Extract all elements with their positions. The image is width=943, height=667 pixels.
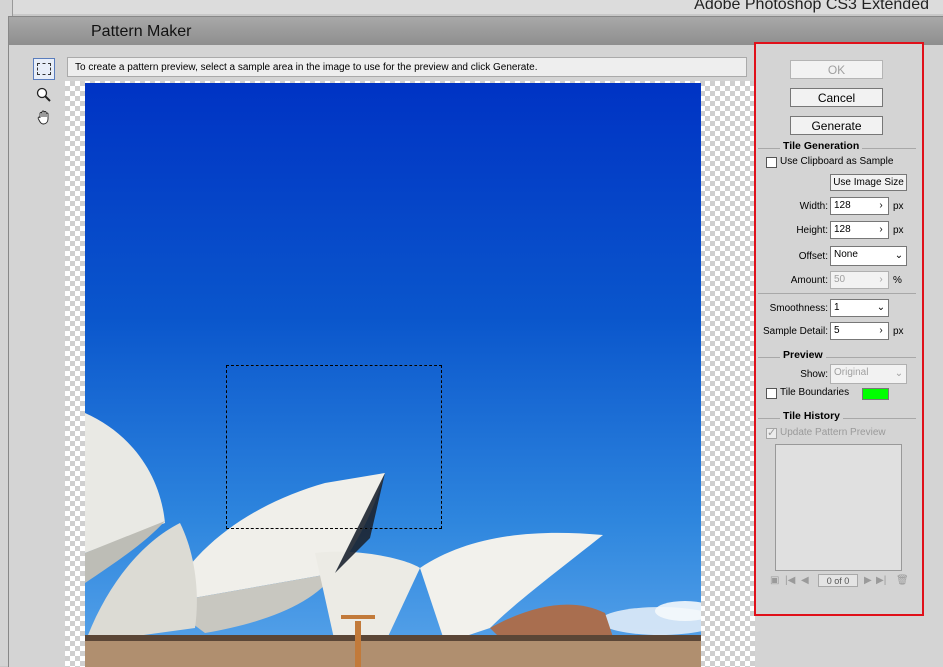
sample-detail-field[interactable]: 5 › <box>830 322 889 340</box>
sample-detail-arrow-icon[interactable]: › <box>874 323 888 339</box>
first-icon[interactable]: |◀ <box>785 575 795 587</box>
tile-history-title: Tile History <box>780 410 843 422</box>
amount-label: Amount: <box>790 275 828 286</box>
sample-image <box>85 83 701 667</box>
offset-select[interactable]: None ⌄ <box>830 246 907 266</box>
previous-icon[interactable]: ◀ <box>801 575 809 587</box>
width-field[interactable]: 128 › <box>830 197 889 215</box>
smoothness-value: 1 <box>834 302 840 313</box>
show-select[interactable]: Original ⌄ <box>830 364 907 384</box>
magnifier-icon <box>36 87 51 102</box>
hand-icon <box>37 110 49 125</box>
use-clipboard-label: Use Clipboard as Sample <box>780 156 894 167</box>
smoothness-divider <box>758 293 916 294</box>
preview-canvas[interactable] <box>65 81 755 667</box>
zoom-tool[interactable] <box>34 85 54 105</box>
amount-arrow-icon[interactable]: › <box>874 272 888 288</box>
sample-selection-marquee[interactable] <box>226 365 442 529</box>
smoothness-select[interactable]: 1 ⌄ <box>830 299 889 317</box>
dialog-titlebar[interactable]: Pattern Maker <box>9 17 943 45</box>
amount-unit: % <box>893 275 902 286</box>
smoothness-label: Smoothness: <box>769 303 828 314</box>
save-preset-icon[interactable]: ▣ <box>770 575 779 587</box>
chevron-down-icon: ⌄ <box>876 302 886 313</box>
sample-detail-label: Sample Detail: <box>762 326 828 337</box>
trash-icon[interactable]: 🗑 <box>896 575 909 587</box>
update-pattern-preview-checkbox[interactable] <box>766 426 777 439</box>
use-image-size-button[interactable]: Use Image Size <box>830 174 907 191</box>
update-pattern-preview-label: Update Pattern Preview <box>780 427 886 438</box>
height-field[interactable]: 128 › <box>830 221 889 239</box>
cancel-button[interactable]: Cancel <box>790 88 883 107</box>
last-icon[interactable]: ▶| <box>876 575 886 587</box>
amount-value: 50 <box>834 274 846 285</box>
height-label: Height: <box>796 225 828 236</box>
next-icon[interactable]: ▶ <box>864 575 872 587</box>
offset-label: Offset: <box>798 251 828 262</box>
generate-button[interactable]: Generate <box>790 116 883 135</box>
instruction-hint: To create a pattern preview, select a sa… <box>67 57 747 77</box>
chevron-down-icon: ⌄ <box>894 368 904 379</box>
controls-panel: OK Cancel Generate Tile Generation Use C… <box>754 42 924 616</box>
chevron-down-icon: ⌄ <box>894 250 904 261</box>
boundary-color-swatch[interactable] <box>862 388 889 400</box>
width-unit: px <box>893 201 904 212</box>
sample-detail-value: 5 <box>834 325 840 336</box>
show-label: Show: <box>800 369 828 380</box>
height-arrow-icon[interactable]: › <box>874 222 888 238</box>
marquee-icon <box>37 63 51 75</box>
history-counter: 0 of 0 <box>818 574 858 587</box>
dialog-title: Pattern Maker <box>91 23 192 40</box>
amount-field[interactable]: 50 › <box>830 271 889 289</box>
tile-boundaries-label: Tile Boundaries <box>780 387 850 398</box>
ok-button[interactable]: OK <box>790 60 883 79</box>
width-arrow-icon[interactable]: › <box>874 198 888 214</box>
tile-history-preview <box>775 444 902 571</box>
width-value: 128 <box>834 200 851 211</box>
tile-generation-title: Tile Generation <box>780 140 863 152</box>
use-clipboard-checkbox[interactable] <box>766 157 777 168</box>
preview-title: Preview <box>780 349 826 361</box>
tile-boundaries-checkbox[interactable] <box>766 388 777 399</box>
sample-detail-unit: px <box>893 326 904 337</box>
height-unit: px <box>893 225 904 236</box>
hand-tool[interactable] <box>34 107 54 127</box>
show-value: Original <box>834 367 869 378</box>
rectangular-marquee-tool[interactable] <box>33 58 55 80</box>
app-title: Adobe Photoshop CS3 Extended <box>694 0 929 13</box>
height-value: 128 <box>834 224 851 235</box>
offset-value: None <box>834 249 858 260</box>
width-label: Width: <box>799 201 828 212</box>
photoshop-titlebar: Adobe Photoshop CS3 Extended <box>0 0 943 14</box>
